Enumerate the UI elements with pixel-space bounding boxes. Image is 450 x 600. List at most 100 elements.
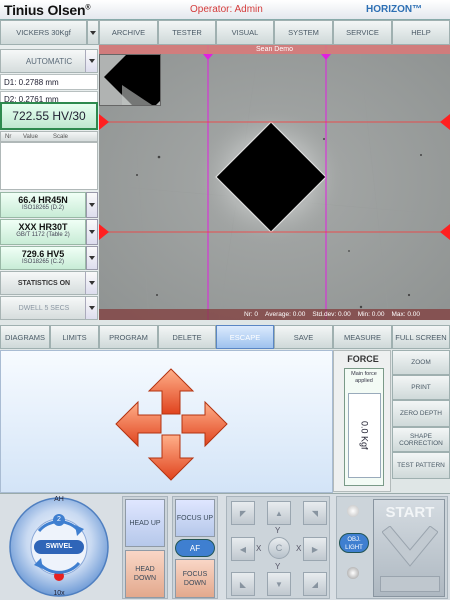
header-bar: Tinius Olsen® Operator: Admin HORIZON™ [0, 0, 450, 20]
print-button[interactable]: PRINT [392, 375, 450, 400]
conversion-standard: ISO18265 (D.2) [21, 205, 65, 211]
force-status: Main force applied [351, 371, 377, 384]
move-right-arrow[interactable] [181, 400, 228, 448]
xy-jog-pad: ◤ ▲ ◥ Y ◀ X C X ▶ Y ◣ ▼ ◢ [226, 496, 330, 599]
conversion-3-dropdown[interactable] [86, 246, 98, 270]
focus-up-button[interactable]: FOCUS UP [175, 499, 215, 537]
shape-correction-button[interactable]: SHAPE CORRECTION [392, 427, 450, 452]
automatic-label: AUTOMATIC [25, 56, 73, 66]
automatic-mode-button[interactable]: AUTOMATIC [0, 49, 98, 73]
zoom-button[interactable]: ZOOM [392, 350, 450, 375]
jog-up[interactable]: ▲ [267, 501, 291, 525]
column-scale: Scale [53, 133, 69, 140]
save-button[interactable]: SAVE [274, 325, 333, 349]
full-screen-button[interactable]: FULL SCREEN [392, 325, 450, 349]
y-axis-label-bottom: Y [275, 562, 281, 571]
move-down-arrow[interactable] [147, 434, 195, 481]
chevron-down-icon [89, 230, 95, 234]
conversion-1[interactable]: 66.4 HR45N ISO18265 (D.2) [0, 192, 86, 218]
objective-label: 10x [53, 590, 65, 597]
conversion-2-dropdown[interactable] [86, 219, 98, 245]
jog-left[interactable]: ◀ [231, 537, 255, 561]
menu-service[interactable]: SERVICE [333, 20, 392, 45]
jog-up-left[interactable]: ◤ [231, 501, 255, 525]
measurement-panel: AUTOMATIC D1: 0.2788 mm D2: 0.2761 mm 72… [0, 45, 98, 320]
conversion-standard: GB/T 1172 (Table 2) [16, 232, 70, 238]
head-up-button[interactable]: HEAD UP [125, 499, 165, 547]
conversion-value: XXX HR30T [18, 222, 68, 232]
menu-visual[interactable]: VISUAL [216, 20, 274, 45]
column-nr: Nr [5, 133, 12, 140]
menu-system[interactable]: SYSTEM [274, 20, 333, 45]
product-name: HORIZON™ [366, 4, 423, 15]
light-bulb-icon [347, 505, 359, 517]
start-progress-slot [380, 576, 440, 592]
stat-stddev: Std.dev: 0.00 [312, 311, 351, 318]
zero-depth-button[interactable]: ZERO DEPTH [392, 400, 450, 427]
force-title: FORCE [347, 354, 379, 364]
scale-dropdown-button[interactable] [87, 20, 99, 45]
results-table-header: Nr Value Scale [0, 131, 98, 142]
move-up-arrow[interactable] [147, 368, 195, 415]
x-axis-label-right: X [296, 544, 302, 553]
mode-dropdown[interactable] [85, 50, 97, 72]
chevron-down-icon [88, 59, 95, 63]
chevron-down-icon [89, 256, 95, 260]
hardness-result: 722.55 HV/30 [0, 102, 98, 130]
menu-archive[interactable]: ARCHIVE [99, 20, 158, 45]
statistics-dropdown[interactable] [85, 272, 97, 294]
swivel-button[interactable]: SWIVEL [34, 540, 84, 554]
operator-label: Operator: Admin [190, 4, 263, 15]
jog-down-left[interactable]: ◣ [231, 572, 255, 596]
dwell-dropdown[interactable] [85, 297, 97, 319]
diagrams-button[interactable]: DIAGRAMS [0, 325, 50, 349]
chevron-down-icon [88, 281, 95, 285]
x-axis-label-left: X [256, 544, 262, 553]
chevron-down-icon [88, 306, 95, 310]
menu-tester[interactable]: TESTER [158, 20, 216, 45]
overview-thumbnail[interactable] [99, 54, 161, 106]
conversion-3[interactable]: 729.6 HV5 ISO18265 (C.2) [0, 246, 86, 270]
statistics-label: STATISTICS ON [17, 279, 71, 287]
move-left-arrow[interactable] [115, 400, 162, 448]
test-pattern-button[interactable]: TEST PATTERN [392, 452, 450, 479]
menu-help[interactable]: HELP [392, 20, 450, 45]
machine-controls: AH 2 SWIVEL 10x HEAD UP HEAD DOWN FOCUS … [0, 493, 450, 600]
head-down-button[interactable]: HEAD DOWN [125, 550, 165, 598]
objective-light-button[interactable]: OBJ. LIGHT [339, 533, 369, 553]
stat-min: Min: 0.00 [357, 311, 385, 318]
jog-up-right[interactable]: ◥ [303, 501, 327, 525]
focus-down-button[interactable]: FOCUS DOWN [175, 559, 215, 598]
turret-top-label: AH [54, 496, 64, 503]
jog-right[interactable]: ▶ [303, 537, 327, 561]
jog-down-right[interactable]: ◢ [303, 572, 327, 596]
column-value: Value [23, 133, 38, 140]
autofocus-button[interactable]: AF [175, 539, 215, 557]
statistics-bar: Nr: 0 Average: 0.00 Std.dev: 0.00 Min: 0… [99, 309, 450, 320]
tinius-olsen-logo: Tinius Olsen® [4, 2, 91, 18]
measure-button[interactable]: MEASURE [333, 325, 392, 349]
stat-nr: Nr: 0 [243, 311, 259, 318]
focus-control-group: FOCUS UP AF FOCUS DOWN [172, 496, 218, 599]
force-panel: FORCE Main force applied 0.0 Kgf [333, 350, 391, 492]
conversion-2[interactable]: XXX HR30T GB/T 1172 (Table 2) [0, 219, 86, 245]
escape-button[interactable]: ESCAPE [216, 325, 274, 349]
camera-view[interactable]: Sean Demo Nr: 0 Average: 0.00 Std.dev: 0… [99, 45, 450, 320]
program-button[interactable]: PROGRAM [99, 325, 158, 349]
conversion-value: 729.6 HV5 [21, 249, 65, 259]
dwell-time-select[interactable]: DWELL 5 SECS [0, 296, 98, 320]
delete-button[interactable]: DELETE [158, 325, 216, 349]
conversion-standard: ISO18265 (C.2) [21, 259, 65, 265]
limits-button[interactable]: LIMITS [50, 325, 99, 349]
jog-down[interactable]: ▼ [267, 572, 291, 596]
image-title: Sean Demo [99, 45, 450, 54]
start-button[interactable]: START [373, 499, 445, 597]
scale-select[interactable]: VICKERS 30Kgf [0, 20, 87, 45]
results-table[interactable] [0, 142, 98, 190]
jog-center-button[interactable]: C [268, 537, 290, 559]
stage-control-panel [0, 350, 333, 493]
y-axis-label-top: Y [275, 526, 281, 535]
d1-readout: D1: 0.2788 mm [0, 74, 98, 90]
statistics-toggle[interactable]: STATISTICS ON [0, 271, 98, 295]
conversion-1-dropdown[interactable] [86, 192, 98, 218]
